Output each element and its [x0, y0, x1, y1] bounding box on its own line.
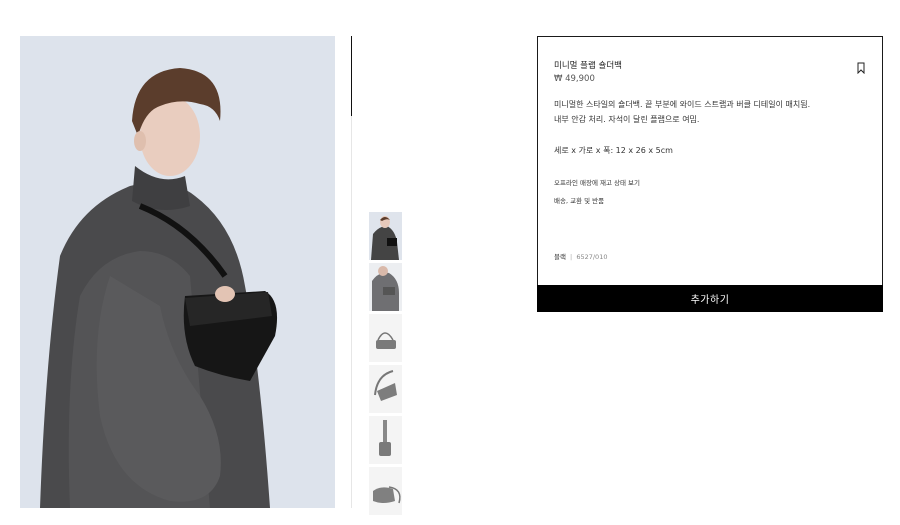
thumbnail-strip [369, 212, 402, 518]
thumbnail-3[interactable] [369, 314, 402, 362]
color-section: 블랙 | 6527/010 [537, 227, 883, 285]
thumbnail-6[interactable] [369, 467, 402, 515]
product-page: 미니멀 플랩 숄더백 ₩ 49,900 미니멀한 스타일의 숄더백. 끝 부분에… [0, 0, 900, 525]
store-stock-link[interactable]: 오프라인 매장에 재고 상태 보기 [554, 177, 640, 187]
thumbnail-2[interactable] [369, 263, 402, 311]
product-price: ₩ 49,900 [554, 74, 595, 84]
product-description: 미니멀한 스타일의 숄더백. 끝 부분에 와이드 스트랩과 버클 디테일이 매치… [554, 97, 874, 127]
color-selector[interactable]: 블랙 | 6527/010 [554, 251, 607, 261]
thumbnail-4[interactable] [369, 365, 402, 413]
thumbnail-5[interactable] [369, 416, 402, 464]
product-dimensions: 세로 x 가로 x 폭: 12 x 26 x 5cm [554, 146, 673, 155]
description-line-2: 내부 안감 처리. 자석이 달린 플랩으로 여밈. [554, 115, 700, 124]
thumbnail-1[interactable] [369, 212, 402, 260]
bookmark-icon[interactable] [856, 59, 866, 75]
color-separator: | [570, 253, 573, 261]
shipping-returns-link[interactable]: 배송, 교환 및 반품 [554, 195, 604, 205]
product-title: 미니멀 플랩 숄더백 [554, 61, 622, 71]
add-to-cart-button[interactable]: 추가하기 [537, 285, 883, 312]
image-scroll-thumb[interactable] [351, 36, 352, 116]
product-info-panel: 미니멀 플랩 숄더백 ₩ 49,900 미니멀한 스타일의 숄더백. 끝 부분에… [537, 36, 883, 228]
color-name: 블랙 [554, 253, 566, 261]
main-product-photo[interactable] [20, 36, 335, 508]
product-reference: 6527/010 [576, 253, 608, 261]
description-line-1: 미니멀한 스타일의 숄더백. 끝 부분에 와이드 스트랩과 버클 디테일이 매치… [554, 100, 811, 109]
